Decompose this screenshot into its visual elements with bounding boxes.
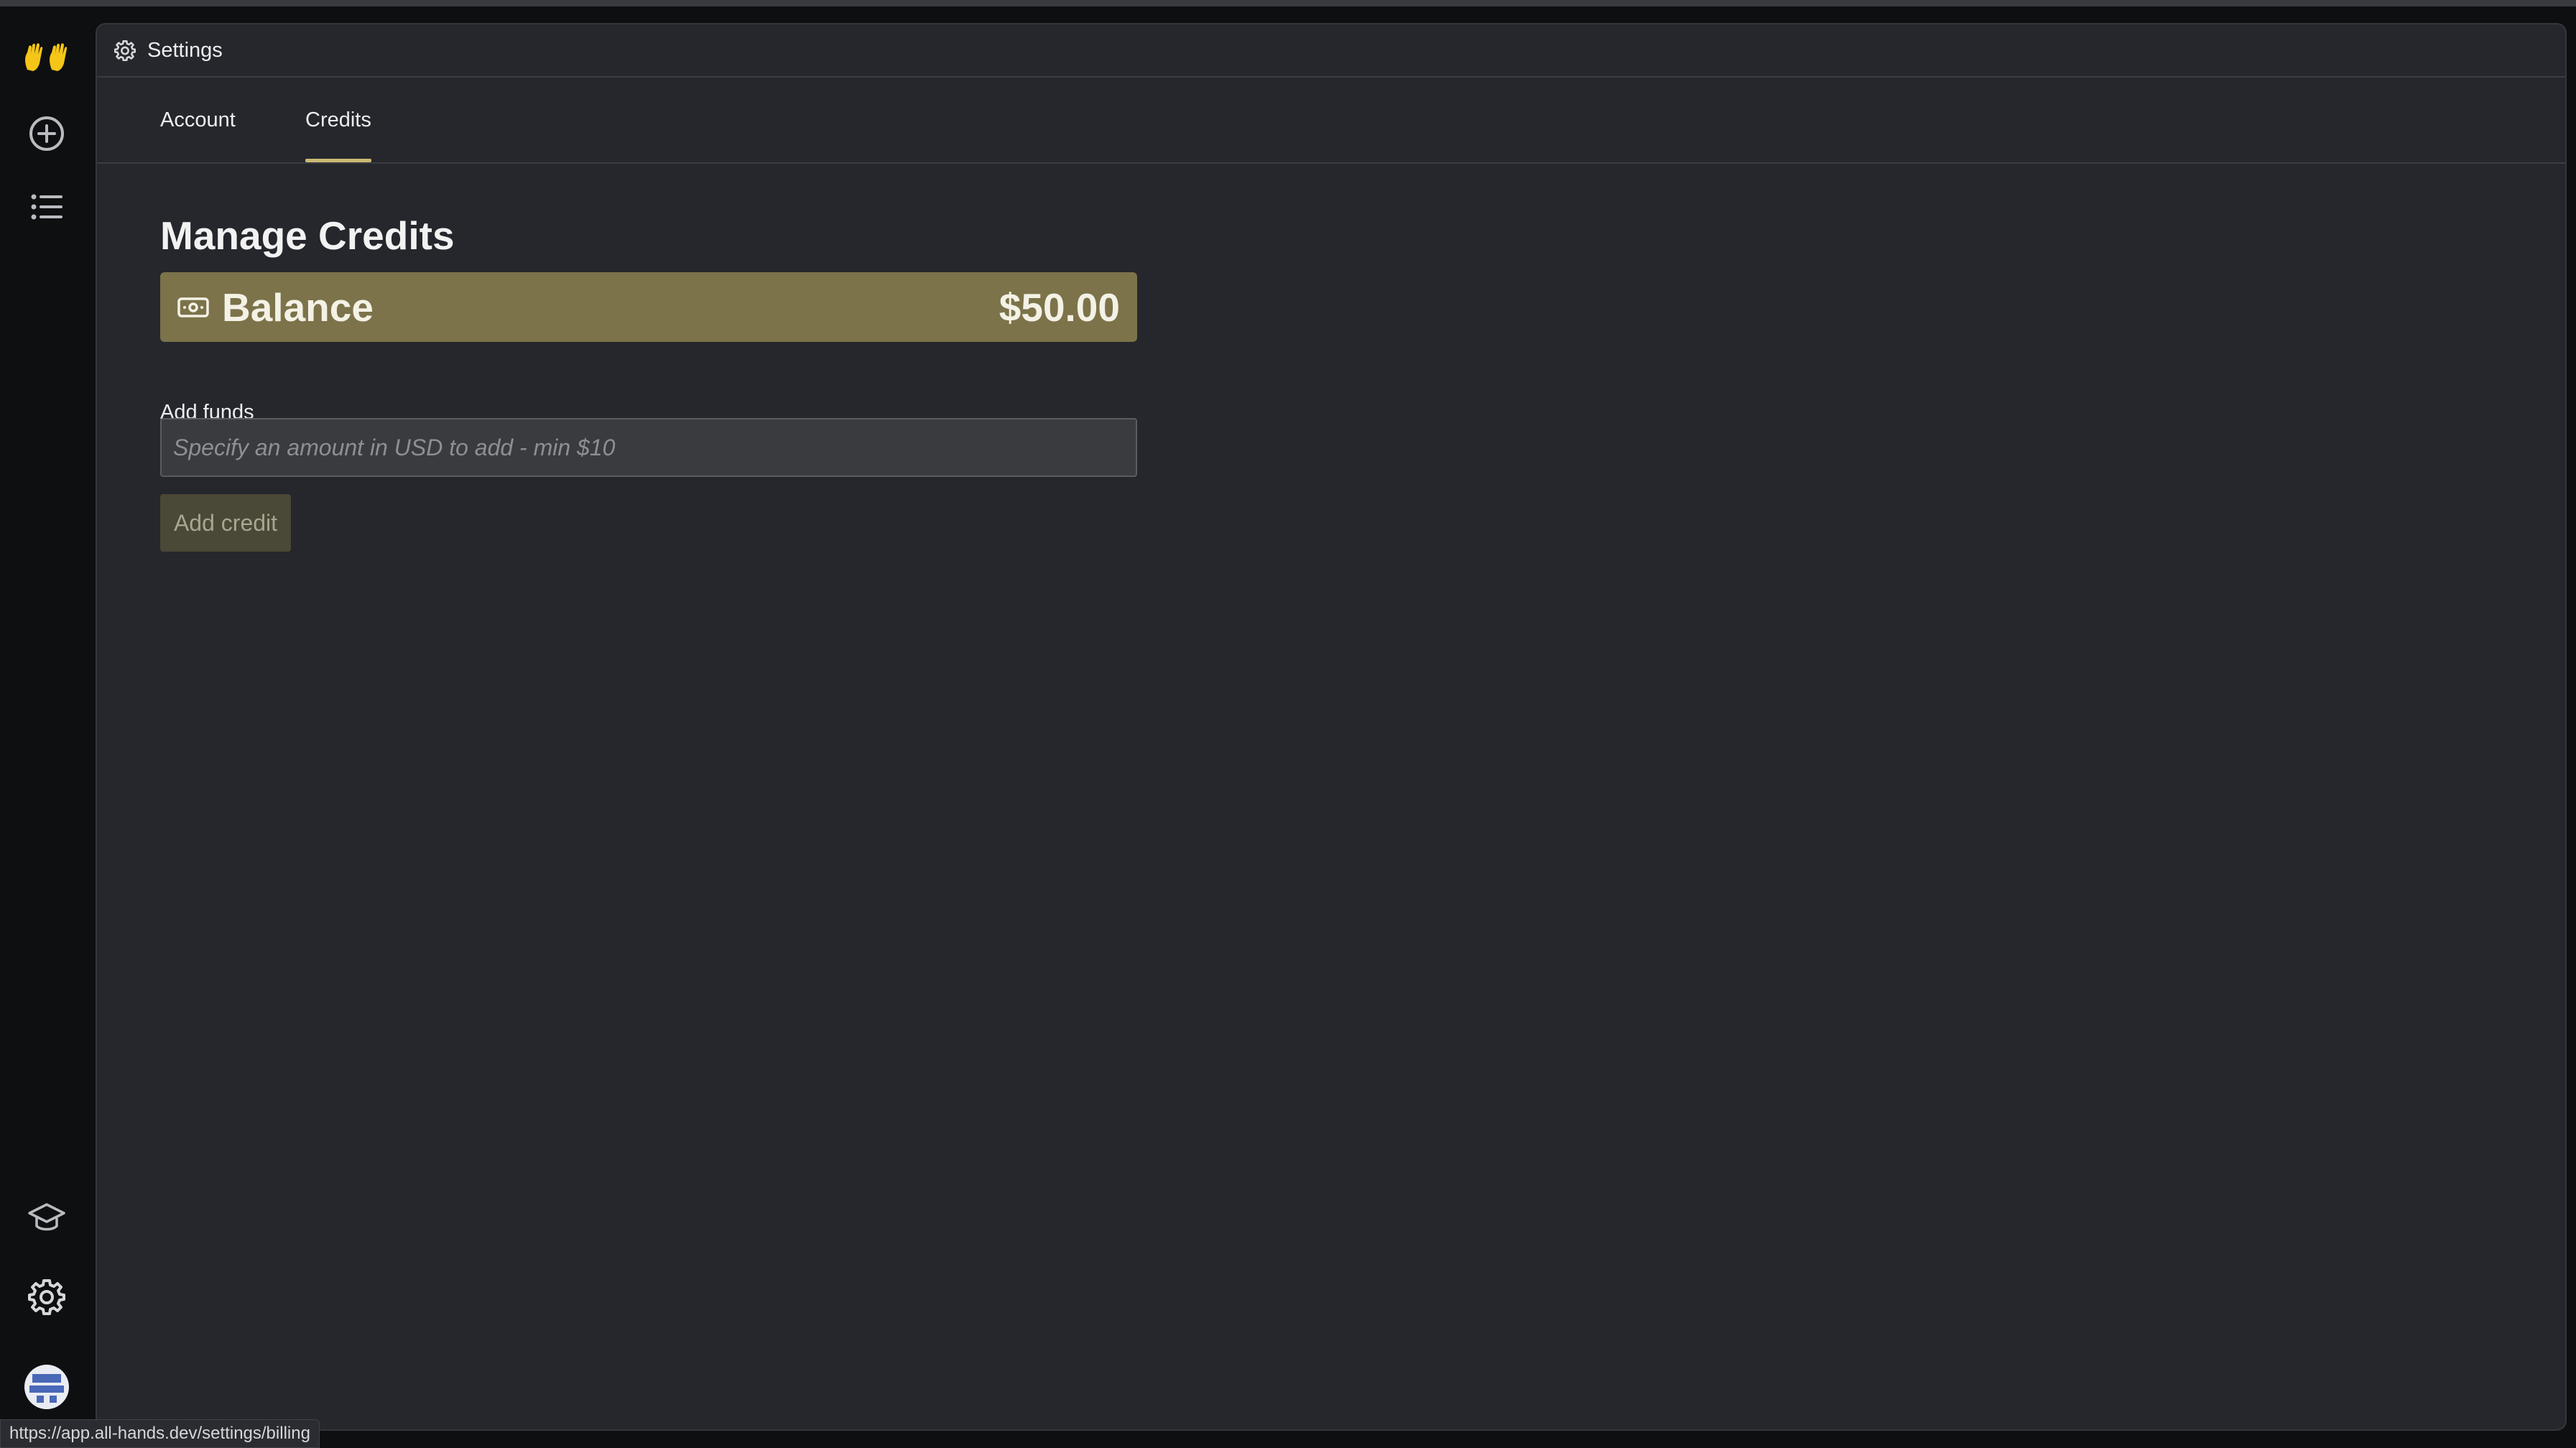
balance-amount: $50.00 bbox=[999, 284, 1120, 330]
graduation-cap-icon bbox=[28, 1203, 65, 1231]
conversations-button[interactable] bbox=[19, 179, 75, 235]
plus-circle-icon bbox=[29, 116, 64, 151]
gear-icon bbox=[114, 40, 136, 61]
tab-credits[interactable]: Credits bbox=[305, 78, 371, 162]
avatar bbox=[24, 1365, 69, 1409]
user-avatar-button[interactable] bbox=[19, 1359, 75, 1415]
add-credit-button[interactable]: Add credit bbox=[160, 494, 291, 552]
gear-icon bbox=[28, 1279, 65, 1315]
raised-hands-icon[interactable] bbox=[19, 33, 75, 80]
docs-button[interactable] bbox=[19, 1189, 75, 1245]
window-top-bar bbox=[0, 0, 2576, 6]
tab-account[interactable]: Account bbox=[160, 78, 236, 162]
balance-card: Balance $50.00 bbox=[160, 272, 1137, 342]
status-bar-url: https://app.all-hands.dev/settings/billi… bbox=[0, 1419, 320, 1448]
balance-label: Balance bbox=[222, 284, 374, 330]
settings-panel: Settings Account Credits Manage Credits … bbox=[96, 23, 2567, 1431]
add-funds-input[interactable] bbox=[160, 418, 1137, 477]
sidebar bbox=[0, 6, 93, 1448]
banknote-icon bbox=[177, 297, 209, 317]
list-icon bbox=[31, 194, 62, 220]
settings-button[interactable] bbox=[19, 1268, 75, 1324]
new-conversation-button[interactable] bbox=[19, 106, 75, 162]
page-title: Settings bbox=[147, 38, 223, 62]
panel-header: Settings bbox=[97, 24, 2565, 78]
section-heading: Manage Credits bbox=[160, 213, 455, 258]
settings-tabs: Account Credits bbox=[97, 78, 2565, 164]
